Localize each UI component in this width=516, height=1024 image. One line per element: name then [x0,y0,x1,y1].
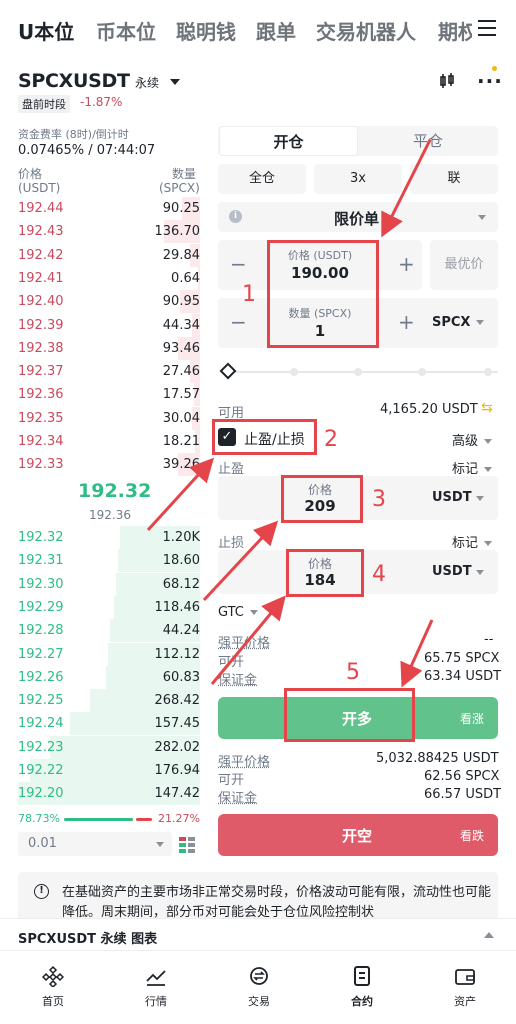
arrow-4 [210,595,286,685]
arrow-3 [202,520,279,602]
annotation-arrows [146,139,434,688]
arrow-1 [381,139,432,238]
arrow-5 [400,619,434,688]
arrow-2 [146,457,215,532]
